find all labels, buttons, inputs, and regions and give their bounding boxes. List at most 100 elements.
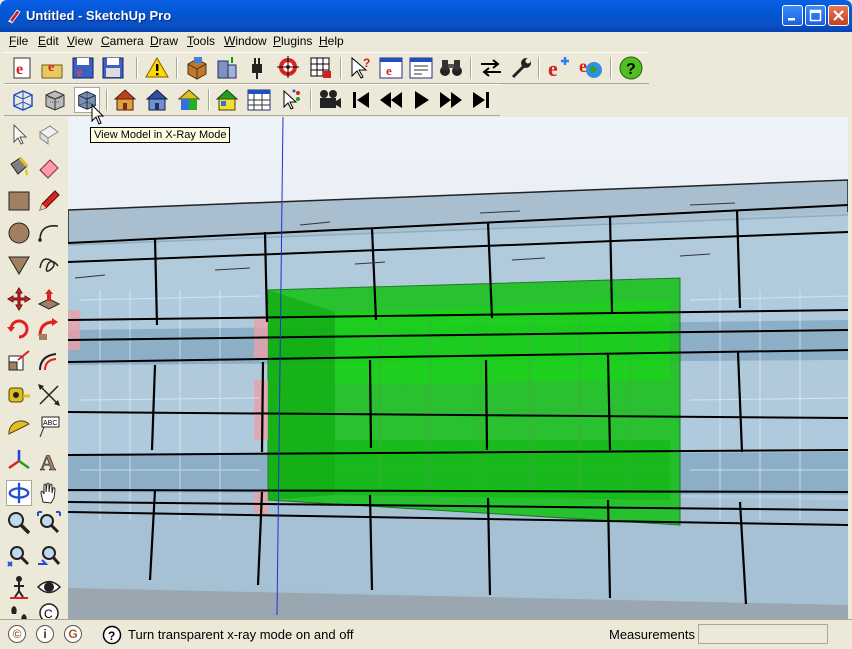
skip-start-icon[interactable] <box>348 87 374 113</box>
menu-draw-mnemonic: D <box>150 34 159 48</box>
play-icon[interactable] <box>408 87 434 113</box>
swap-arrows-icon[interactable] <box>478 55 504 81</box>
zoom-window-icon[interactable] <box>36 510 62 536</box>
help-icon[interactable]: ? <box>618 55 644 81</box>
dialog-icon[interactable] <box>408 55 434 81</box>
svg-text:e: e <box>16 61 23 78</box>
ie-open-icon[interactable]: e <box>40 55 66 81</box>
paint-bucket-icon[interactable] <box>6 154 32 180</box>
zoom-icon[interactable] <box>6 510 32 536</box>
menu-view[interactable]: View <box>67 34 93 48</box>
eraser-box-icon[interactable] <box>36 122 62 148</box>
freehand-icon[interactable] <box>36 252 62 278</box>
window-grid-icon[interactable] <box>246 87 272 113</box>
scale-icon[interactable] <box>6 348 32 374</box>
3d-text-icon[interactable]: A <box>36 448 62 474</box>
menu-file-label: ile <box>16 34 29 48</box>
house-green-icon[interactable] <box>214 87 240 113</box>
whats-this-icon[interactable]: ? <box>348 55 374 81</box>
close-icon <box>833 10 844 21</box>
ie-globe-icon[interactable]: e <box>578 55 604 81</box>
protractor-icon[interactable] <box>6 414 32 440</box>
text-icon[interactable]: ABC <box>36 414 62 440</box>
menu-bar: File Edit View Camera Draw Tools Window … <box>4 32 848 52</box>
tape-measure-icon[interactable] <box>6 382 32 408</box>
minimize-button[interactable] <box>782 5 803 26</box>
binoculars-icon[interactable] <box>438 55 464 81</box>
component-box-icon[interactable] <box>184 55 210 81</box>
model-viewport[interactable] <box>68 117 848 620</box>
wrench-icon[interactable] <box>508 55 534 81</box>
rewind-icon[interactable] <box>378 87 404 113</box>
menu-edit-label: dit <box>46 34 59 48</box>
menu-edit[interactable]: Edit <box>38 34 59 48</box>
plug-icon[interactable] <box>244 55 270 81</box>
menu-draw[interactable]: Draw <box>150 34 178 48</box>
status-help-icon[interactable]: ? <box>102 625 122 645</box>
previous-view-icon[interactable] <box>36 542 62 568</box>
menu-window[interactable]: Window <box>224 34 267 48</box>
move-icon[interactable] <box>6 286 32 312</box>
rectangle-icon[interactable] <box>6 188 32 214</box>
menu-plugins-label: lugins <box>281 34 313 48</box>
status-bar: © i G ? Turn transparent x-ray mode on a… <box>0 619 852 649</box>
fast-forward-icon[interactable] <box>438 87 464 113</box>
menu-tools[interactable]: Tools <box>187 34 215 48</box>
position-camera-icon[interactable] <box>6 574 32 600</box>
measurements-field[interactable] <box>698 624 828 644</box>
arc-icon[interactable] <box>36 220 62 246</box>
house-color-icon[interactable] <box>176 87 202 113</box>
ie-window-icon[interactable]: e <box>378 55 404 81</box>
user-icon[interactable]: G <box>64 625 82 643</box>
look-around-icon[interactable] <box>36 574 62 600</box>
title-bar[interactable]: Untitled - SketchUp Pro <box>0 0 852 32</box>
skip-end-icon[interactable] <box>468 87 494 113</box>
standard-toolbar: e e e ? e e e ? <box>4 52 649 84</box>
menu-help[interactable]: Help <box>319 34 344 48</box>
sketchup-window: Untitled - SketchUp Pro File Edit View C… <box>0 0 852 649</box>
menu-camera-label: amera <box>109 34 144 48</box>
select-sparkle-icon[interactable] <box>278 87 304 113</box>
building-upload-icon[interactable] <box>214 55 240 81</box>
georeference-icon[interactable]: © <box>8 625 26 643</box>
grid-icon[interactable] <box>308 55 334 81</box>
orbit-icon[interactable] <box>6 480 32 506</box>
zoom-extents-icon[interactable] <box>6 542 32 568</box>
ie-plus-icon[interactable]: e <box>546 55 572 81</box>
movie-camera-icon[interactable] <box>316 87 342 113</box>
dimension-icon[interactable] <box>36 382 62 408</box>
svg-text:e: e <box>77 65 83 79</box>
push-pull-icon[interactable] <box>36 286 62 312</box>
ie-new-icon[interactable]: e <box>10 55 36 81</box>
xray-cube-icon[interactable] <box>10 87 36 113</box>
maximize-button[interactable] <box>805 5 826 26</box>
wireframe-cube-icon[interactable] <box>42 87 68 113</box>
ie-saveas-icon[interactable] <box>100 55 126 81</box>
menu-file[interactable]: File <box>9 34 28 48</box>
select-icon[interactable] <box>6 122 32 148</box>
pencil-icon[interactable] <box>36 188 62 214</box>
menu-plugins-mnemonic: P <box>273 34 282 48</box>
ie-save-icon[interactable]: e <box>70 55 96 81</box>
svg-text:?: ? <box>363 56 370 70</box>
rotate-icon[interactable] <box>6 316 32 342</box>
target-icon[interactable] <box>276 55 302 81</box>
polygon-icon[interactable] <box>6 252 32 278</box>
eraser-icon[interactable] <box>36 154 62 180</box>
building-model[interactable] <box>68 117 848 620</box>
follow-me-icon[interactable] <box>36 316 62 342</box>
offset-icon[interactable] <box>36 348 62 374</box>
house-icon[interactable] <box>112 87 138 113</box>
circle-icon[interactable] <box>6 220 32 246</box>
svg-text:?: ? <box>626 61 636 78</box>
menu-plugins[interactable]: Plugins <box>273 34 312 48</box>
warning-icon[interactable] <box>144 55 170 81</box>
maximize-icon <box>809 9 822 22</box>
credits-icon[interactable]: i <box>36 625 54 643</box>
house-blue-icon[interactable] <box>144 87 170 113</box>
menu-camera[interactable]: Camera <box>101 34 144 48</box>
close-button[interactable] <box>828 5 849 26</box>
axes-icon[interactable] <box>6 448 32 474</box>
sketchup-app-icon <box>8 9 21 24</box>
pan-icon[interactable] <box>36 480 62 506</box>
